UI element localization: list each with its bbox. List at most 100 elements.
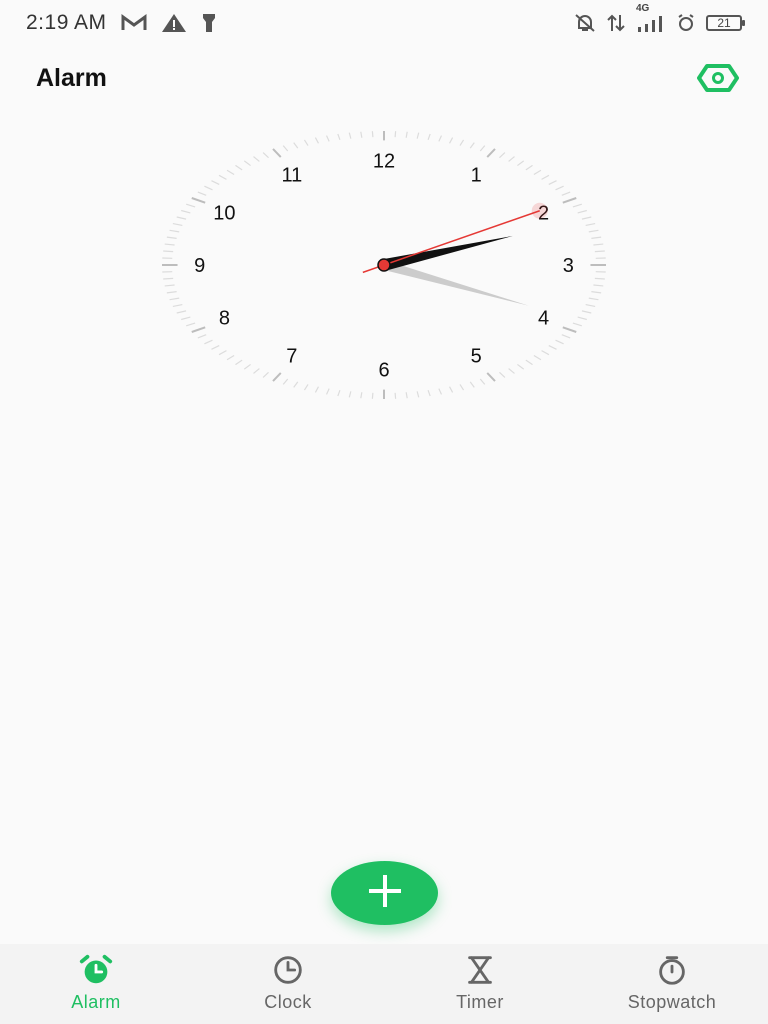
clock-tick bbox=[591, 236, 602, 239]
clock-tick bbox=[438, 388, 443, 395]
clock-tick bbox=[448, 137, 454, 144]
clock-tick bbox=[293, 381, 299, 388]
clock-tick bbox=[508, 368, 515, 374]
tab-alarm[interactable]: Alarm bbox=[0, 944, 192, 1024]
tab-clock[interactable]: Clock bbox=[192, 944, 384, 1024]
hourglass-icon bbox=[462, 952, 498, 988]
clock-tick bbox=[235, 359, 243, 366]
settings-hex-icon bbox=[697, 63, 739, 97]
clock-tick bbox=[172, 223, 183, 227]
clock-tick bbox=[272, 148, 282, 158]
battery-level: 21 bbox=[717, 16, 731, 30]
clock-tick bbox=[172, 303, 183, 307]
clock-tick bbox=[594, 250, 605, 253]
clock-tick bbox=[585, 303, 596, 307]
tab-clock-label: Clock bbox=[264, 992, 312, 1012]
status-right: 4G 21 bbox=[574, 3, 745, 33]
clock-number: 11 bbox=[281, 164, 302, 186]
clock-tick bbox=[169, 229, 180, 233]
clock-tick bbox=[427, 389, 431, 397]
clock-tick bbox=[191, 326, 206, 333]
clock-tick bbox=[186, 203, 196, 208]
status-time: 2:19 AM bbox=[26, 11, 107, 34]
clock-number: 12 bbox=[373, 150, 395, 172]
tab-timer-label: Timer bbox=[456, 992, 504, 1012]
settings-button[interactable] bbox=[696, 62, 740, 98]
clock-tick bbox=[166, 236, 177, 239]
clock-tick bbox=[164, 284, 175, 287]
clock-tick bbox=[243, 160, 251, 167]
clock-tick bbox=[594, 277, 605, 280]
analog-clock: 12 1 2 3 4 5 6 7 8 9 10 11 bbox=[158, 127, 610, 403]
clock-tick bbox=[486, 372, 496, 382]
clock-tick bbox=[282, 378, 289, 385]
clock-number: 1 bbox=[471, 164, 482, 186]
clock-tick bbox=[585, 223, 596, 227]
tab-alarm-label: Alarm bbox=[71, 992, 121, 1012]
battery-icon: 21 bbox=[706, 15, 745, 31]
bottom-nav: Alarm Clock Timer Stopwatch bbox=[0, 944, 768, 1024]
alarm-clock-icon bbox=[78, 952, 114, 988]
clock-tick bbox=[533, 169, 542, 176]
flashlight-icon bbox=[201, 13, 217, 33]
clock-tick bbox=[459, 139, 465, 146]
clock-tick bbox=[479, 145, 486, 152]
stopwatch-icon bbox=[654, 952, 690, 988]
clock-tick bbox=[581, 310, 592, 314]
clock-tick bbox=[197, 191, 207, 196]
clock-tick bbox=[517, 363, 525, 370]
clock-tick bbox=[186, 322, 196, 327]
network-type: 4G bbox=[636, 3, 650, 14]
clock-tick bbox=[541, 350, 550, 356]
clock-tick bbox=[438, 135, 443, 142]
clock-tick bbox=[235, 164, 243, 171]
clock-tick bbox=[525, 359, 533, 366]
plus-icon bbox=[364, 870, 406, 917]
clock-tick bbox=[562, 197, 577, 204]
clock-tick bbox=[262, 152, 269, 159]
clock-tick bbox=[588, 229, 599, 233]
signal-icon: 4G bbox=[636, 3, 666, 33]
clock-tick bbox=[176, 310, 187, 314]
clock-tick bbox=[593, 284, 604, 287]
clock-tick bbox=[499, 371, 506, 378]
clock-tick bbox=[314, 137, 320, 144]
clock-tick bbox=[577, 316, 587, 321]
clock-tick bbox=[243, 363, 251, 370]
clock-tick bbox=[555, 339, 564, 345]
clock-number: 10 bbox=[213, 203, 235, 225]
clock-tick bbox=[337, 389, 341, 397]
page-title: Alarm bbox=[36, 64, 107, 92]
clock-tick bbox=[348, 391, 352, 398]
clock-tick bbox=[325, 388, 330, 395]
clock-tick bbox=[164, 243, 175, 246]
clock-icon bbox=[270, 952, 306, 988]
clock-tick bbox=[572, 203, 582, 208]
clock-tick bbox=[325, 135, 330, 142]
clock-tick bbox=[593, 243, 604, 246]
clock-tick bbox=[517, 160, 525, 167]
clock-tick bbox=[508, 156, 515, 162]
clock-tick bbox=[486, 148, 496, 158]
clock-tick bbox=[314, 386, 320, 393]
bell-off-icon bbox=[574, 13, 596, 33]
clock-tick bbox=[394, 131, 397, 138]
clock-tick bbox=[427, 133, 431, 141]
clock-tick bbox=[548, 180, 557, 186]
clock-tick bbox=[272, 372, 282, 382]
clock-tick bbox=[211, 180, 220, 186]
clock-number: 5 bbox=[471, 346, 482, 368]
warning-icon bbox=[161, 13, 187, 33]
clock-tick bbox=[499, 152, 506, 159]
add-alarm-button[interactable] bbox=[331, 861, 438, 925]
clock-number: 6 bbox=[378, 360, 389, 382]
clock-tick bbox=[262, 371, 269, 378]
clock-tick bbox=[561, 191, 571, 196]
tab-timer[interactable]: Timer bbox=[384, 944, 576, 1024]
clock-tick bbox=[371, 131, 374, 138]
gmail-icon bbox=[121, 14, 147, 32]
clock-number: 4 bbox=[538, 307, 549, 329]
clock-tick bbox=[253, 156, 260, 162]
tab-stopwatch[interactable]: Stopwatch bbox=[576, 944, 768, 1024]
status-bar: 2:19 AM 4G 21 bbox=[0, 0, 768, 46]
